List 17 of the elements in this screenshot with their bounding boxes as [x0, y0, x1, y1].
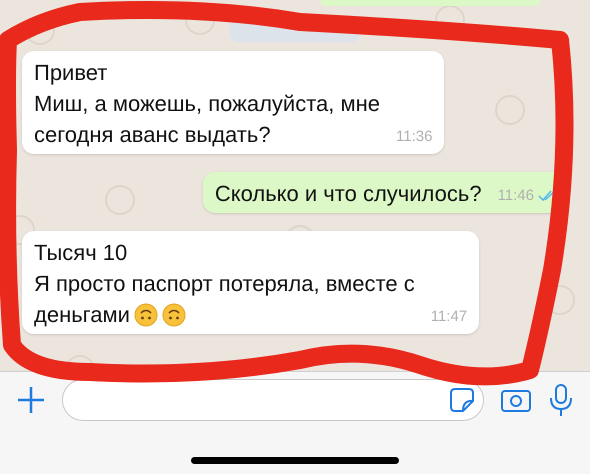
- microphone-icon[interactable]: [548, 383, 574, 417]
- message-time: 11:36: [396, 126, 432, 146]
- message-time: 11:47: [430, 306, 468, 326]
- message-text: Привет: [34, 59, 108, 87]
- add-icon[interactable]: [16, 385, 46, 415]
- message-text: Миш, а можешь, пожалуйста, мне: [34, 90, 380, 118]
- message-time: 11:46: [498, 186, 534, 206]
- message-text: сегодня аванс выдать?: [34, 121, 271, 149]
- emoji-icon: [134, 302, 158, 326]
- message-text: Я просто паспорт потеряла, вместе с: [34, 270, 415, 298]
- message-text: Сколько и что случилось?: [214, 180, 482, 208]
- camera-icon[interactable]: [500, 387, 532, 413]
- message-text: Тысяч 10: [34, 239, 128, 267]
- message-input-field[interactable]: [62, 379, 484, 421]
- emoji-icon: [162, 302, 186, 326]
- message-text: деньгами: [34, 301, 130, 329]
- sticker-icon[interactable]: [449, 387, 475, 413]
